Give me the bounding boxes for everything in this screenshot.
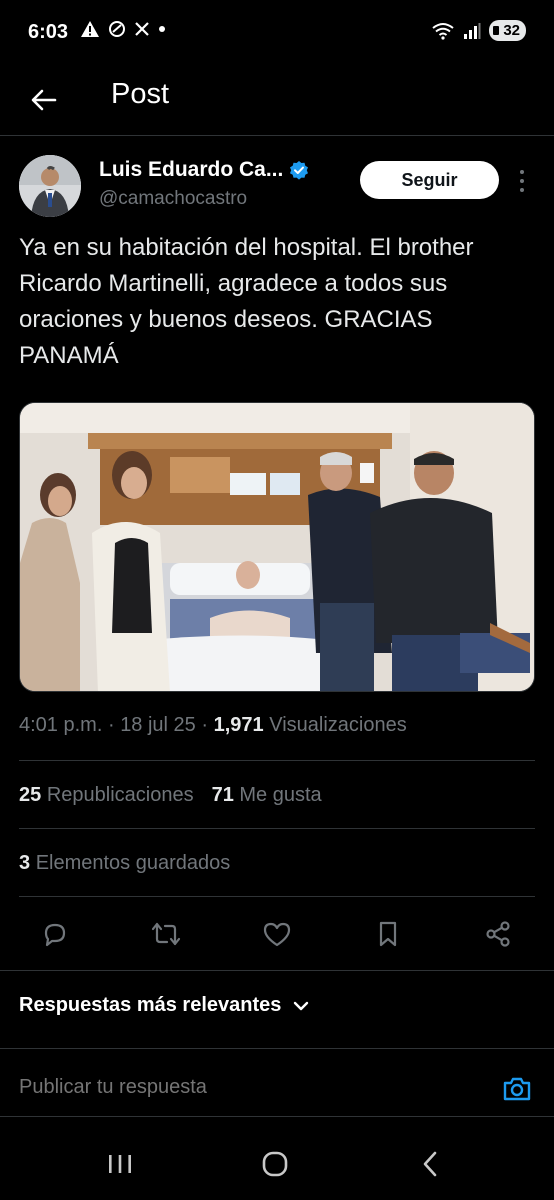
avatar[interactable] [19,155,81,217]
engagement-stats: 25 Republicaciones 71 Me gusta [19,784,322,807]
replies-sort-label: Respuestas más relevantes [19,994,282,1016]
back-button[interactable] [24,80,64,120]
home-button[interactable] [251,1142,299,1186]
post-author: Luis Eduardo Ca... @camachocastro Seguir [0,136,554,226]
system-back-button[interactable] [406,1142,454,1186]
post-text: Ya en su habitación del hospital. El bro… [19,234,474,369]
more-dot [520,170,524,174]
recent-apps-icon [109,1155,131,1173]
top-app-bar: Post [0,64,554,136]
bookmarks-count: 3 [19,852,31,874]
arrow-left-icon [31,89,57,111]
likes-label: Me gusta [239,784,322,806]
post-actions [0,912,554,956]
author-name[interactable]: Luis Eduardo Ca... [99,158,309,182]
divider [0,970,554,971]
status-system-icons: 32 [431,20,526,41]
warning-icon [81,21,99,37]
author-name-text: Luis Eduardo Ca... [99,158,284,181]
wifi-icon [432,22,454,40]
more-options-button[interactable] [512,170,532,192]
share-icon [486,921,510,947]
system-navigation-bar [0,1128,554,1200]
status-notification-icons [80,20,166,38]
bookmarks-stat[interactable]: 3 Elementos guardados [19,852,230,875]
follow-button[interactable]: Seguir [360,161,499,199]
views-label[interactable]: Visualizaciones [269,714,407,736]
reply-icon [44,923,66,947]
divider [19,828,535,829]
post-image[interactable] [19,402,535,692]
hospital-room-photo [20,403,534,691]
verified-badge-icon [290,161,309,180]
post-meta: 4:01 p.m. · 18 jul 25 · 1,971 Visualizac… [19,714,407,737]
add-photo-button[interactable] [500,1072,534,1106]
page-title: Post [111,78,170,110]
meta-separator: · [107,714,115,736]
chevron-down-icon [294,1001,309,1010]
shield-icon [109,21,125,37]
battery-indicator: 32 [489,20,526,41]
reposts-label: Republicaciones [46,784,194,806]
repost-icon [151,922,181,946]
share-button[interactable] [476,912,520,956]
dot-icon [159,26,165,32]
bookmark-button[interactable] [366,912,410,956]
meta-separator: · [201,714,209,736]
more-dot [520,188,524,192]
reposts-count: 25 [19,784,42,806]
like-button[interactable] [255,912,299,956]
reply-input[interactable] [19,1076,489,1099]
post-time: 4:01 p.m. [19,714,103,736]
author-handle[interactable]: @camachocastro [99,188,247,210]
post-date: 18 jul 25 [120,714,196,736]
status-time: 6:03 [28,21,69,43]
home-icon [262,1151,288,1177]
camera-icon [503,1077,531,1101]
avatar-image [19,155,81,217]
divider [0,1116,554,1117]
repost-button[interactable] [144,912,188,956]
more-dot [520,179,524,183]
signal-icon [464,22,481,39]
likes-count: 71 [211,784,234,806]
divider [19,896,535,897]
recent-apps-button[interactable] [96,1142,144,1186]
views-count: 1,971 [213,714,264,736]
replies-sort-selector[interactable]: Respuestas más relevantes [19,994,309,1017]
divider [19,760,535,761]
chevron-left-icon [423,1151,437,1177]
likes-stat[interactable]: 71 Me gusta [212,784,322,807]
reply-button[interactable] [33,912,77,956]
bookmark-icon [379,921,397,947]
reposts-stat[interactable]: 25 Republicaciones [19,784,194,807]
x-logo-icon [135,22,149,36]
bookmarks-label: Elementos guardados [35,852,231,874]
bookmark-stats: 3 Elementos guardados [19,852,230,875]
divider [0,1048,554,1049]
like-icon [263,922,291,947]
status-bar: 6:03 32 [0,0,554,64]
